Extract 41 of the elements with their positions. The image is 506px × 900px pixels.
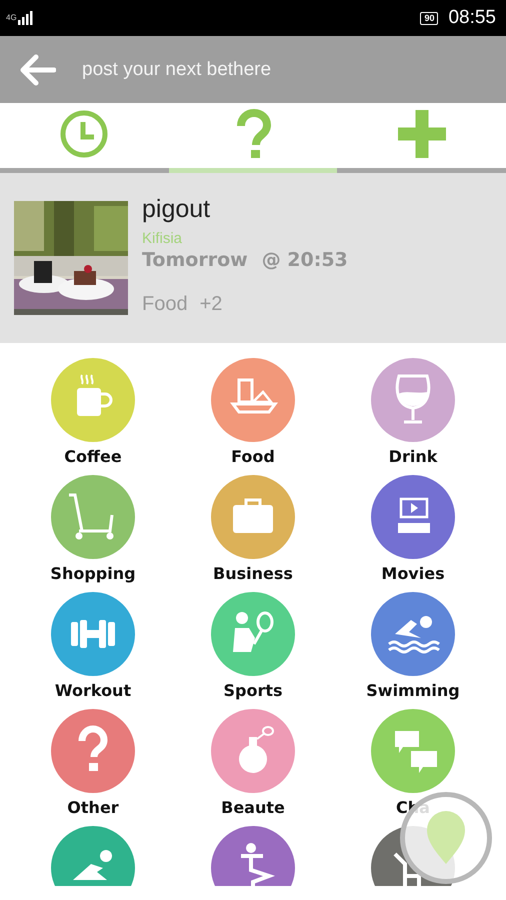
network-type: 4G [6, 14, 17, 22]
clock-time: 08:55 [448, 7, 496, 29]
perfume-bottle-icon [239, 726, 274, 773]
toolbar-title: post your next bethere [82, 58, 272, 80]
category-label: Workout [54, 681, 132, 700]
dancer-button[interactable] [211, 826, 295, 886]
question-icon [78, 726, 108, 771]
event-title: pigout [142, 195, 212, 224]
category-label: Coffee [64, 447, 122, 466]
briefcase-icon [233, 498, 273, 533]
tray-icon [230, 378, 278, 414]
cinema-icon [398, 498, 430, 533]
cart-icon [69, 494, 114, 540]
figure-icon [393, 852, 421, 886]
event-location: Kifisia [142, 230, 184, 247]
category-label: Beaute [221, 798, 285, 817]
battery-level: 90 [420, 12, 438, 24]
chat-bubbles-icon [395, 731, 437, 773]
swimmer-icon [388, 616, 440, 654]
more-count: +2 [200, 293, 222, 316]
dancer-icon [239, 843, 275, 886]
event-time: @ 20:53 [262, 249, 348, 271]
tennis-player-icon [233, 612, 274, 652]
mug-icon [77, 374, 112, 416]
category-label: Drink [388, 447, 438, 466]
reclining-figure-button[interactable] [51, 826, 135, 886]
category-label: Shopping [50, 564, 136, 583]
signal-icon [16, 11, 33, 25]
category-label: Other [67, 798, 119, 817]
category-label: Food [231, 447, 275, 466]
category-label: Business [213, 564, 293, 583]
event-day: Tomorrow [142, 249, 248, 271]
back-button[interactable] [18, 54, 56, 86]
clock-icon [58, 108, 110, 160]
plus-icon [396, 108, 448, 160]
category-label: Sports [223, 681, 283, 700]
wine-glass-icon [396, 374, 430, 424]
dumbbell-icon [71, 620, 115, 648]
category-label: Swimming [366, 681, 460, 700]
event-category: Food [142, 293, 188, 316]
category-label: Movies [381, 564, 445, 583]
